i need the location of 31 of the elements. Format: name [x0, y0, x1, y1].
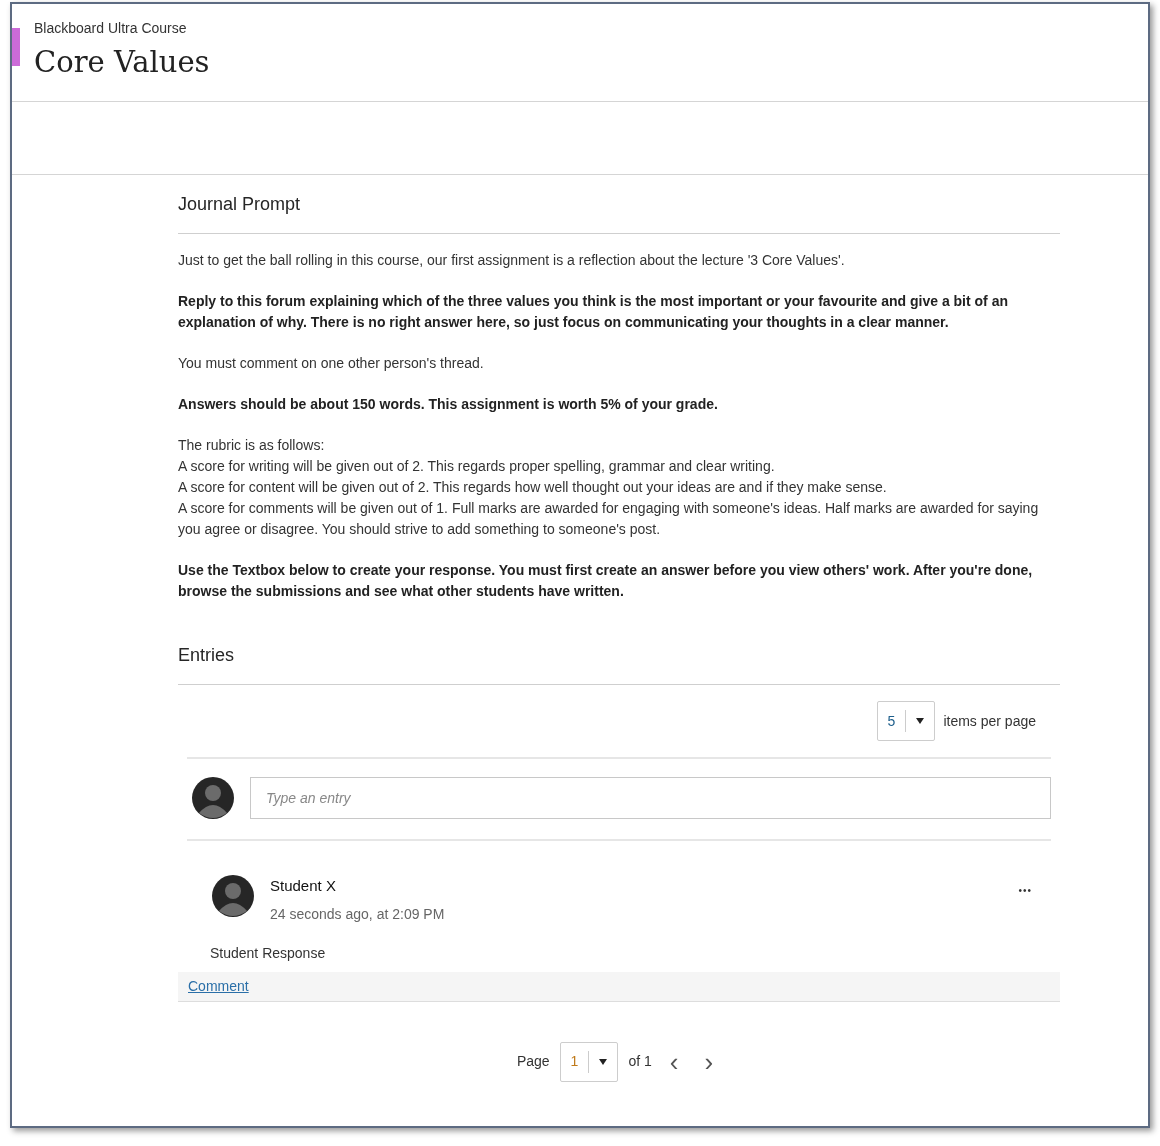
- prompt-text: The rubric is as follows:: [178, 436, 326, 455]
- entry-input-field[interactable]: Type an entry: [250, 777, 1051, 819]
- caret-icon: [916, 718, 925, 724]
- prompt-text: A score for comments will be given out of 1. Full marks are awarded for engaging with someone's ideas. Half marks are awarded for saying you agree or disagree. You should strive to add something to someone's post.: [178, 499, 1040, 539]
- avatar-icon: [212, 875, 254, 917]
- prompt-text: You must comment on one other person's thread.: [178, 354, 485, 373]
- page-title: Core Values: [34, 44, 211, 81]
- author-name: Student X: [270, 876, 336, 896]
- comment-link[interactable]: Comment: [188, 977, 249, 994]
- prompt-text: Just to get the ball rolling in this course, our first assignment is a reflection about the lecture '3 Core Values'.: [178, 251, 846, 270]
- items-per-page-label: items per page: [943, 711, 1036, 731]
- accent-bar: [12, 28, 20, 66]
- avatar-icon: [192, 777, 234, 819]
- section-heading: Entries: [178, 645, 235, 665]
- more-options-button[interactable]: •••: [1018, 883, 1032, 898]
- page-label: Page: [516, 1052, 550, 1071]
- post-time: 24 seconds ago, at 2:09 PM: [270, 904, 446, 924]
- page-count: of 1: [628, 1052, 652, 1071]
- course-name: Blackboard Ultra Course: [34, 19, 188, 38]
- page-dropdown[interactable]: 1: [559, 1041, 619, 1082]
- next-page-button[interactable]: ›: [696, 1048, 722, 1075]
- prompt-text: A score for writing will be given out of 2. This regards proper spelling, grammar and clear writing.: [178, 457, 776, 476]
- previous-page-button[interactable]: ‹: [661, 1048, 687, 1075]
- caret-icon: [599, 1058, 608, 1065]
- items-per-page-dropdown[interactable]: 5: [876, 701, 936, 741]
- prompt-text: A score for content will be given out of 2. This regards how well thought out your ideas are and if they make sense.: [178, 478, 888, 497]
- section-heading: Journal Prompt: [178, 194, 301, 214]
- prompt-text: Reply to this forum explaining which of the three values you think is the most important or your favourite and give a bit of an explanation of why. There is no right answer here, so just focus on communicating your thoughts in a clear manner.: [178, 292, 1009, 332]
- prompt-text: Answers should be about 150 words. This assignment is worth 5% of your grade.: [178, 395, 719, 414]
- post-body: Student Response: [209, 943, 326, 963]
- prompt-text: Use the Textbox below to create your response. You must first create an answer before you view others' work. After you're done, browse the submissions and see what other students have written.: [178, 561, 1034, 601]
